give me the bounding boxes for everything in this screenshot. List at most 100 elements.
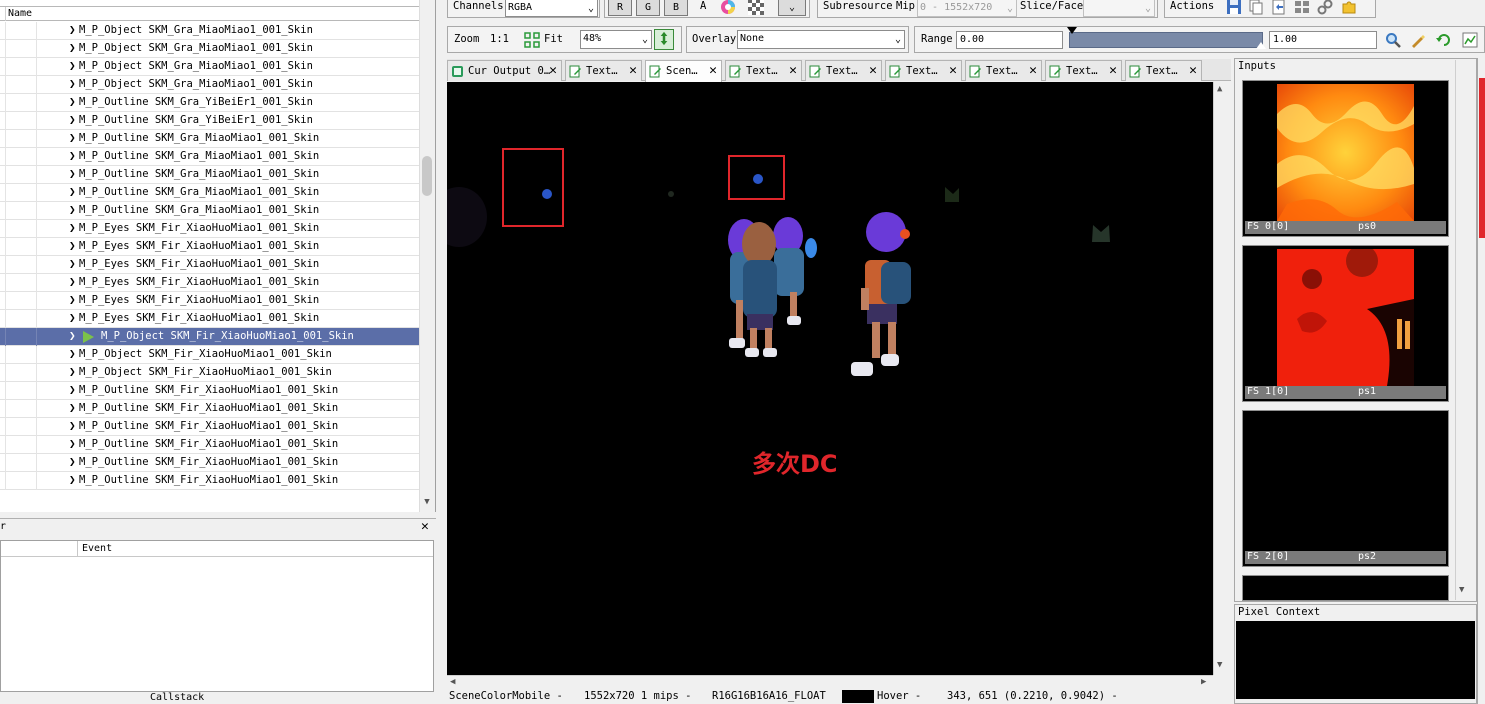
range-min-input[interactable]: 0.00 — [956, 31, 1063, 49]
tree-row[interactable]: ❯ M_P_Object SKM_Fir_XiaoHuoMiao1_001_Ski… — [0, 346, 420, 364]
red-channel-button[interactable]: R — [608, 0, 632, 16]
chevron-right-icon[interactable]: ❯ — [69, 348, 79, 360]
input-thumbnail-0[interactable]: FS 0[0] ps0 — [1242, 80, 1449, 237]
chevron-right-icon[interactable]: ❯ — [69, 312, 79, 324]
tree-row[interactable]: ❯ M_P_Object SKM_Gra_MiaoMiao1_001_Skin — [0, 40, 420, 58]
texture-viewport[interactable]: 多次DC — [447, 82, 1213, 675]
inputs-scrollbar[interactable]: ▼ — [1455, 60, 1470, 600]
tree-row[interactable]: ❯ M_P_Eyes SKM_Fir_XiaoHuoMiao1_001_Skin — [0, 292, 420, 310]
chevron-right-icon[interactable]: ❯ — [69, 402, 79, 414]
chevron-right-icon[interactable]: ❯ — [69, 168, 79, 180]
close-icon[interactable]: ✕ — [789, 63, 797, 78]
grid-view-icon[interactable] — [1294, 0, 1310, 15]
input-thumbnail-1[interactable]: FS 1[0] ps1 — [1242, 245, 1449, 402]
range-max-input[interactable]: 1.00 — [1269, 31, 1377, 49]
chevron-right-icon[interactable]: ❯ — [69, 330, 79, 342]
tree-scrollbar-thumb[interactable] — [422, 156, 432, 196]
close-icon[interactable]: ✕ — [869, 63, 877, 78]
zoom-range-icon[interactable] — [1385, 32, 1401, 48]
chevron-right-icon[interactable]: ❯ — [69, 24, 79, 36]
tree-row[interactable]: ❯ M_P_Eyes SKM_Fir_XiaoHuoMiao1_001_Skin — [0, 238, 420, 256]
chevron-right-icon[interactable]: ❯ — [69, 222, 79, 234]
range-min-handle[interactable] — [1067, 27, 1077, 34]
range-max-handle[interactable] — [1256, 42, 1266, 49]
tree-row[interactable]: ❯ M_P_Object SKM_Fir_XiaoHuoMiao1_001_Ski… — [0, 328, 420, 346]
link-icon[interactable] — [1317, 0, 1333, 15]
tree-row[interactable]: ❯ M_P_Outline SKM_Fir_XiaoHuoMiao1_001_Sk… — [0, 400, 420, 418]
chevron-right-icon[interactable]: ❯ — [69, 366, 79, 378]
histogram-icon[interactable] — [1462, 32, 1478, 48]
tree-row[interactable]: ❯ M_P_Object SKM_Gra_MiaoMiao1_001_Skin — [0, 58, 420, 76]
chevron-right-icon[interactable]: ❯ — [69, 132, 79, 144]
scroll-left-icon[interactable]: ◀ — [450, 677, 455, 687]
range-histogram[interactable] — [1069, 32, 1263, 48]
tree-row[interactable]: ❯ M_P_Outline SKM_Gra_MiaoMiao1_001_Skin — [0, 184, 420, 202]
input-thumbnail-3[interactable] — [1242, 575, 1449, 601]
input-thumbnail-2[interactable]: FS 2[0] ps2 — [1242, 410, 1449, 567]
scroll-down-icon[interactable]: ▼ — [1459, 585, 1464, 595]
tree-row[interactable]: ❯ M_P_Outline SKM_Fir_XiaoHuoMiao1_001_Sk… — [0, 472, 420, 490]
checkerboard-icon[interactable] — [748, 0, 764, 15]
chevron-right-icon[interactable]: ❯ — [69, 438, 79, 450]
tree-row[interactable]: ❯ M_P_Outline SKM_Gra_MiaoMiao1_001_Skin — [0, 130, 420, 148]
close-icon[interactable]: ✕ — [1109, 63, 1117, 78]
tree-scrollbar[interactable] — [419, 0, 435, 512]
chevron-right-icon[interactable]: ❯ — [69, 78, 79, 90]
chevron-right-icon[interactable]: ❯ — [69, 258, 79, 270]
tab-5[interactable]: Text… ✕ — [885, 60, 962, 81]
callstack-panel-label[interactable]: Callstack — [150, 692, 204, 703]
tab-2[interactable]: Scen… ✕ — [645, 60, 722, 82]
tab-7[interactable]: Text… ✕ — [1045, 60, 1122, 81]
scroll-up-icon[interactable]: ▲ — [1217, 84, 1222, 94]
tree-row[interactable]: ❯ M_P_Outline SKM_Fir_XiaoHuoMiao1_001_Sk… — [0, 454, 420, 472]
flip-vertical-button[interactable] — [654, 29, 674, 50]
close-icon[interactable]: ✕ — [549, 63, 557, 78]
tree-row[interactable]: ❯ M_P_Outline SKM_Fir_XiaoHuoMiao1_001_Sk… — [0, 418, 420, 436]
tree-row[interactable]: ❯ M_P_Outline SKM_Gra_MiaoMiao1_001_Skin — [0, 202, 420, 220]
overlay-select[interactable]: None ⌄ — [737, 30, 905, 49]
chevron-right-icon[interactable]: ❯ — [69, 186, 79, 198]
close-icon[interactable]: ✕ — [709, 63, 717, 78]
chevron-right-icon[interactable]: ❯ — [69, 150, 79, 162]
chevron-right-icon[interactable]: ❯ — [69, 60, 79, 72]
close-icon[interactable]: ✕ — [1029, 63, 1037, 78]
alpha-channel-button[interactable]: A — [700, 0, 706, 12]
chevron-right-icon[interactable]: ❯ — [69, 456, 79, 468]
tab-1[interactable]: Text… ✕ — [565, 60, 642, 81]
scroll-down-icon[interactable]: ▼ — [421, 497, 433, 509]
copy-icon[interactable] — [1248, 0, 1264, 15]
tree-row[interactable]: ❯ M_P_Eyes SKM_Fir_XiaoHuoMiao1_001_Skin — [0, 256, 420, 274]
chevron-right-icon[interactable]: ❯ — [69, 42, 79, 54]
close-icon[interactable]: ✕ — [1189, 63, 1197, 78]
pixel-context-view[interactable] — [1236, 621, 1475, 699]
tree-row[interactable]: ❯ M_P_Object SKM_Gra_MiaoMiao1_001_Skin — [0, 76, 420, 94]
tree-row[interactable]: ❯ M_P_Outline SKM_Gra_YiBeiEr1_001_Skin — [0, 112, 420, 130]
tree-row[interactable]: ❯ M_P_Object SKM_Gra_MiaoMiao1_001_Skin — [0, 22, 420, 40]
tab-4[interactable]: Text… ✕ — [805, 60, 882, 81]
chevron-right-icon[interactable]: ❯ — [69, 276, 79, 288]
tab-6[interactable]: Text… ✕ — [965, 60, 1042, 81]
tree-row[interactable]: ❯ M_P_Outline SKM_Gra_MiaoMiao1_001_Skin — [0, 166, 420, 184]
fit-label[interactable]: Fit — [544, 33, 563, 45]
close-icon[interactable]: ✕ — [629, 63, 637, 78]
tree-row[interactable]: ❯ M_P_Outline SKM_Fir_XiaoHuoMiao1_001_Sk… — [0, 382, 420, 400]
slice-face-select[interactable]: ⌄ — [1083, 0, 1155, 17]
tree-row[interactable]: ❯ M_P_Object SKM_Fir_XiaoHuoMiao1_001_Ski… — [0, 364, 420, 382]
close-icon[interactable]: ✕ — [421, 520, 429, 534]
viewport-horizontal-scrollbar[interactable]: ◀ ▶ — [447, 675, 1213, 689]
tree-row[interactable]: ❯ M_P_Eyes SKM_Fir_XiaoHuoMiao1_001_Skin — [0, 220, 420, 238]
fit-icon[interactable] — [524, 32, 540, 48]
color-wheel-icon[interactable] — [720, 0, 736, 15]
scroll-down-icon[interactable]: ▼ — [1217, 660, 1222, 670]
puzzle-icon[interactable] — [1341, 0, 1357, 15]
chevron-right-icon[interactable]: ❯ — [69, 420, 79, 432]
chevron-right-icon[interactable]: ❯ — [69, 294, 79, 306]
green-channel-button[interactable]: G — [636, 0, 660, 16]
blue-channel-button[interactable]: B — [664, 0, 688, 16]
chevron-right-icon[interactable]: ❯ — [69, 240, 79, 252]
chevron-right-icon[interactable]: ❯ — [69, 204, 79, 216]
chevron-right-icon[interactable]: ❯ — [69, 474, 79, 486]
tree-row[interactable]: ❯ M_P_Outline SKM_Fir_XiaoHuoMiao1_001_Sk… — [0, 436, 420, 454]
chevron-right-icon[interactable]: ❯ — [69, 384, 79, 396]
tab-3[interactable]: Text… ✕ — [725, 60, 802, 81]
